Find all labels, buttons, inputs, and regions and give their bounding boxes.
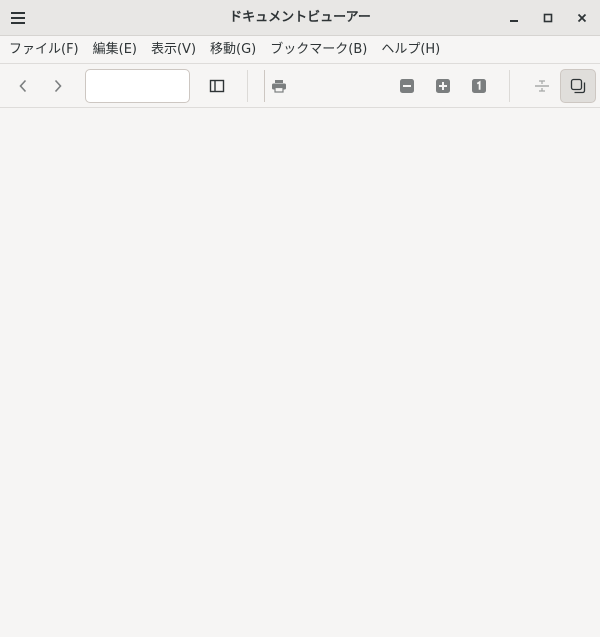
toolbar-separator — [509, 70, 510, 102]
page-number-input[interactable] — [86, 70, 264, 102]
zoom-out-icon — [400, 79, 414, 93]
maximize-icon — [543, 13, 553, 23]
chevron-right-icon — [54, 79, 62, 93]
printer-icon — [272, 80, 286, 93]
title-bar: ドキュメントビューアー — [0, 0, 600, 36]
document-view-area[interactable] — [0, 108, 600, 637]
sidebar-icon — [209, 79, 225, 93]
zoom-original-button[interactable] — [464, 71, 494, 101]
zoom-in-icon — [436, 79, 450, 93]
continuous-toggle-button[interactable] — [527, 71, 557, 101]
continuous-pages-icon — [535, 80, 549, 92]
menu-view[interactable]: 表示(V) — [144, 36, 203, 64]
menu-go[interactable]: 移動(G) — [203, 36, 263, 64]
document-viewer-window: ドキュメントビューアー ファイル(F) 編集(E) 表示(V) 移動(G) ブッ… — [0, 0, 600, 637]
next-page-button[interactable] — [43, 71, 73, 101]
menu-bookmarks[interactable]: ブックマーク(B) — [263, 36, 374, 64]
maximize-button[interactable] — [536, 6, 560, 30]
toolbar-separator — [247, 70, 248, 102]
zoom-original-icon — [472, 79, 486, 93]
zoom-in-button[interactable] — [428, 71, 458, 101]
dual-page-toggle-button[interactable] — [560, 69, 596, 103]
toolbar — [0, 64, 600, 108]
page-selector — [85, 69, 443, 103]
minimize-button[interactable] — [502, 6, 526, 30]
minimize-icon — [510, 20, 518, 22]
previous-page-button[interactable] — [8, 71, 38, 101]
menu-edit[interactable]: 編集(E) — [86, 36, 144, 64]
menu-bar: ファイル(F) 編集(E) 表示(V) 移動(G) ブックマーク(B) ヘルプ(… — [0, 36, 600, 64]
sidebar-toggle-button[interactable] — [202, 71, 232, 101]
close-icon — [577, 13, 587, 23]
chevron-left-icon — [19, 79, 27, 93]
print-button[interactable] — [264, 71, 294, 101]
close-button[interactable] — [570, 6, 594, 30]
zoom-out-button[interactable] — [392, 71, 422, 101]
menu-help[interactable]: ヘルプ(H) — [374, 36, 447, 64]
dual-page-icon — [570, 78, 586, 94]
menu-file[interactable]: ファイル(F) — [2, 36, 86, 64]
